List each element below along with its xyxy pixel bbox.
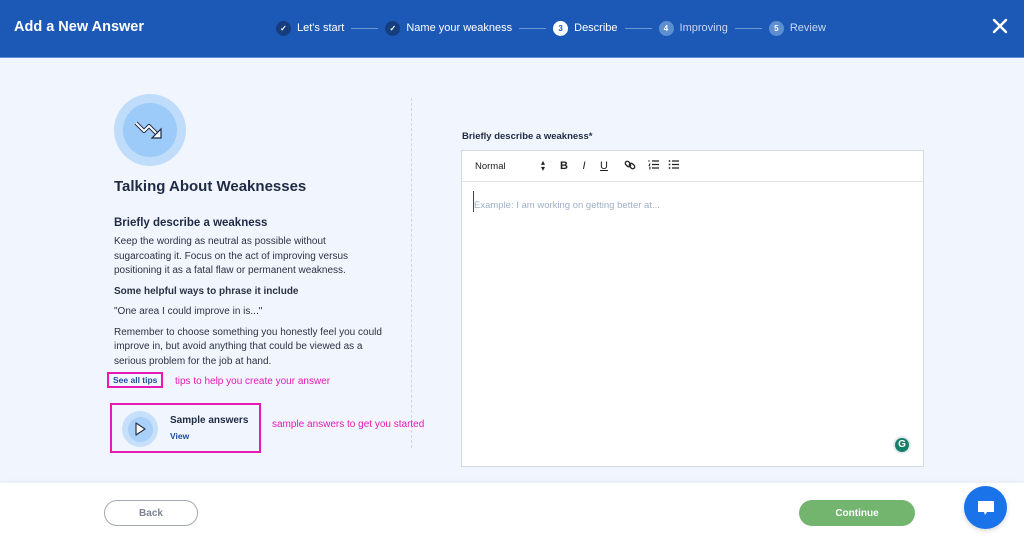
- step-describe: 3 Describe: [553, 20, 618, 36]
- format-select-value: Normal: [475, 160, 506, 172]
- step-connector: [519, 27, 547, 29]
- step-improving: 4 Improving: [658, 20, 728, 36]
- bullet-list-icon: [668, 160, 679, 169]
- phrase-heading: Some helpful ways to phrase it include: [114, 285, 299, 297]
- select-arrows-icon: ▴ ▾: [540, 158, 545, 173]
- link-button[interactable]: [623, 159, 637, 174]
- step-name-weakness: ✓ Name your weakness: [385, 20, 513, 36]
- sample-answers-view-link[interactable]: View: [170, 431, 189, 441]
- ordered-list-icon: [648, 160, 659, 170]
- play-icon: [122, 411, 158, 447]
- step-label: Describe: [574, 22, 618, 34]
- sample-answers-title: Sample answers: [170, 415, 249, 426]
- grammarly-icon[interactable]: G: [893, 436, 911, 454]
- page-title: Add a New Answer: [14, 19, 144, 35]
- link-icon: [624, 160, 636, 169]
- step-lets-start: ✓ Let's start: [276, 20, 345, 36]
- step-label: Review: [789, 22, 826, 34]
- header-bar: Add a New Answer ✓ Let's start ✓ Name yo…: [0, 0, 1024, 58]
- step-label: Improving: [679, 22, 728, 34]
- close-icon[interactable]: [990, 18, 1010, 38]
- guide-subtitle: Briefly describe a weakness: [114, 217, 268, 229]
- step-number: 4: [658, 20, 674, 36]
- step-number: 3: [553, 20, 569, 36]
- chat-button[interactable]: [964, 486, 1007, 529]
- tips-annotation: tips to help you create your answer: [175, 376, 331, 387]
- bold-button[interactable]: B: [557, 160, 571, 172]
- guide-paragraph: Keep the wording as neutral as possible …: [114, 236, 349, 276]
- chat-icon: [977, 500, 994, 515]
- see-all-tips-link[interactable]: See all tips: [107, 372, 164, 388]
- guide-title: Talking About Weaknesses: [114, 178, 307, 195]
- underline-button[interactable]: U: [597, 160, 611, 172]
- ordered-list-button[interactable]: [647, 159, 661, 173]
- format-select[interactable]: Normal ▴ ▾: [475, 158, 545, 173]
- trending-down-icon: [114, 94, 186, 166]
- step-review: 5 Review: [768, 20, 826, 36]
- phrase-example: "One area I could improve in is...": [114, 306, 263, 317]
- weakness-input-placeholder[interactable]: Example: I am working on getting better …: [473, 191, 660, 212]
- step-connector: [734, 27, 762, 29]
- check-icon: ✓: [385, 20, 401, 36]
- editor-toolbar: Normal ▴ ▾ B I U: [462, 151, 923, 182]
- back-button[interactable]: Back: [104, 500, 198, 526]
- sample-answers-annotation: sample answers to get you started: [272, 419, 425, 430]
- bullet-list-button[interactable]: [667, 159, 681, 173]
- progress-stepper: ✓ Let's start ✓ Name your weakness 3 Des…: [276, 19, 826, 37]
- step-number: 5: [768, 20, 784, 36]
- step-label: Name your weakness: [406, 22, 513, 34]
- footer-bar: Back Continue: [0, 483, 1024, 543]
- guide-panel: Talking About Weaknesses Briefly describ…: [114, 94, 394, 369]
- step-connector: [351, 27, 379, 29]
- guide-paragraph: Remember to choose something you honestl…: [114, 326, 382, 367]
- weakness-field-label: Briefly describe a weakness*: [462, 131, 593, 142]
- continue-button[interactable]: Continue: [799, 500, 915, 526]
- italic-button[interactable]: I: [577, 160, 591, 172]
- panel-divider: [411, 98, 412, 448]
- check-icon: ✓: [276, 20, 291, 36]
- step-connector: [624, 27, 652, 29]
- step-label: Let's start: [297, 22, 345, 34]
- weakness-editor[interactable]: Normal ▴ ▾ B I U Example: I am working on…: [461, 150, 924, 467]
- sample-answers-card[interactable]: Sample answers View: [110, 403, 261, 453]
